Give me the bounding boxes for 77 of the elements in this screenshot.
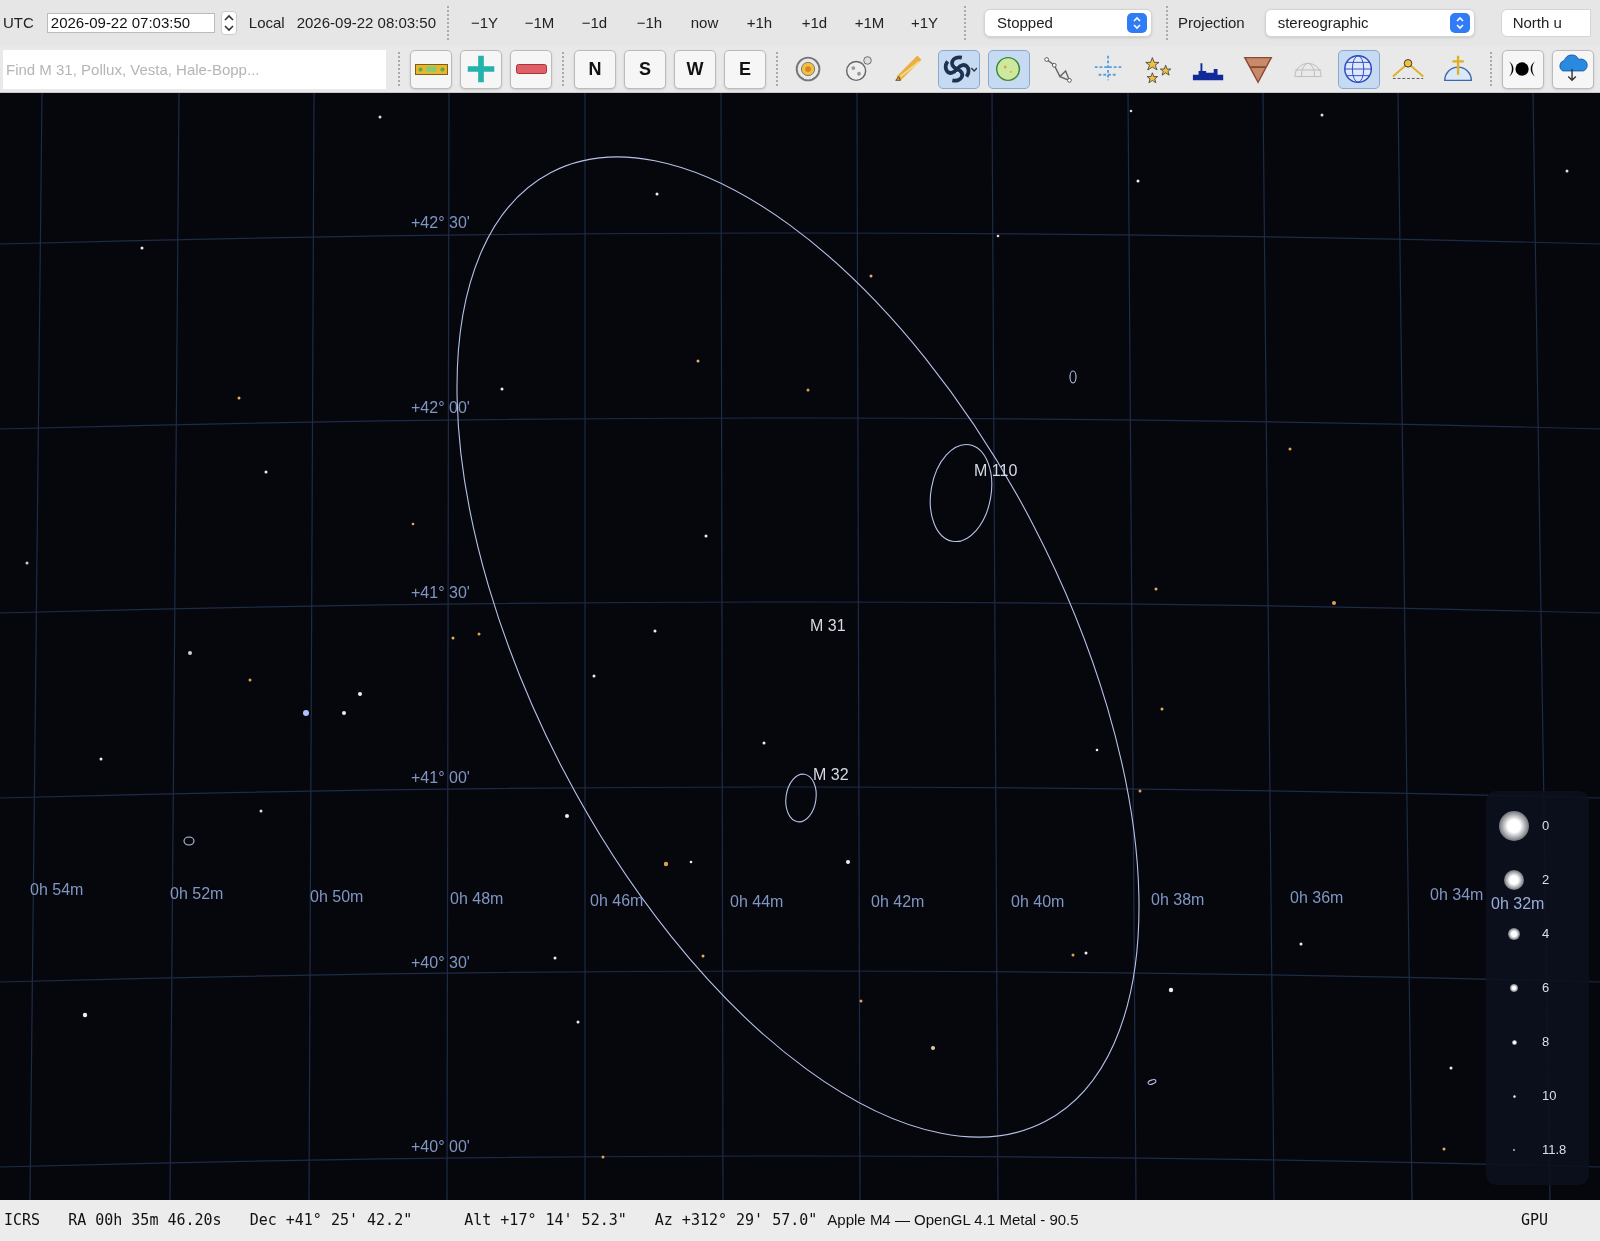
time-step-button[interactable]: −1h [622, 11, 677, 35]
dropdown-arrows-icon [1449, 13, 1470, 33]
galaxy-outline[interactable] [1147, 1079, 1157, 1085]
stepper-icon[interactable] [220, 11, 237, 35]
level-icon [414, 63, 448, 75]
declination-label: +42° 30' [411, 214, 470, 231]
status-text: RA 00h 35m 46.20s [68, 1210, 222, 1232]
right-ascension-label: 0h 38m [1151, 891, 1205, 908]
local-time: 2026-09-22 08:03:50 [296, 12, 436, 33]
right-ascension-label: 0h 32m [1491, 895, 1545, 913]
right-ascension-label: 0h 46m [590, 892, 644, 909]
level-button[interactable] [410, 49, 452, 89]
galaxy-outline[interactable] [929, 443, 993, 543]
time-step-button[interactable]: +1h [732, 11, 787, 35]
right-ascension-label: 0h 40m [1011, 893, 1065, 910]
declination-label: +40° 00' [411, 1138, 470, 1155]
projection-label: Projection [1178, 12, 1245, 33]
local-label: Local [248, 12, 285, 33]
status-text: Alt +17° 14' 52.3" [464, 1210, 627, 1232]
direction-button[interactable]: N [574, 49, 616, 89]
magnitude-label: 4 [1542, 925, 1550, 944]
magnitude-label: 2 [1542, 871, 1550, 890]
declination-label: +41° 00' [411, 769, 470, 786]
star-size-icon [1499, 811, 1529, 841]
magnitude-label: 10 [1542, 1087, 1557, 1106]
dropdown[interactable]: Stopped [984, 9, 1152, 37]
layer-toggle[interactable] [938, 49, 980, 89]
star-size-icon [1504, 870, 1524, 890]
dropdown[interactable]: North u [1500, 9, 1591, 37]
download-button[interactable] [1552, 49, 1594, 89]
time-step-button[interactable]: +1M [842, 11, 897, 35]
galaxy-outline[interactable] [1069, 370, 1077, 384]
night-mode-button[interactable] [1502, 49, 1544, 89]
galaxy-outline[interactable] [183, 836, 195, 846]
minus-icon [515, 64, 547, 74]
status-text: ICRS [4, 1210, 41, 1232]
right-ascension-label: 0h 44m [730, 893, 784, 910]
utc-time-field[interactable]: 2026-09-22 07:03:50 [46, 13, 215, 33]
time-step-button[interactable]: −1M [512, 11, 567, 35]
time-step-button[interactable]: +1d [787, 11, 842, 35]
status-text: Apple M4 — OpenGL 4.1 Metal - 90.5 [827, 1210, 1079, 1231]
layer-toggle[interactable] [1338, 49, 1380, 89]
status-text: Az +312° 29' 57.0" [654, 1210, 818, 1232]
star-size-icon [1512, 1094, 1516, 1098]
layer-toggle[interactable] [988, 49, 1030, 89]
magnitude-label: 6 [1542, 979, 1550, 998]
time-step-button[interactable]: now [677, 11, 732, 35]
direction-button[interactable]: E [724, 49, 766, 89]
declination-label: +40° 30' [411, 954, 470, 971]
right-ascension-label: 0h 50m [310, 888, 364, 905]
declination-label: +41° 30' [411, 584, 470, 601]
direction-button[interactable]: S [624, 49, 666, 89]
right-ascension-label: 0h 54m [30, 881, 84, 898]
right-ascension-label: 0h 52m [170, 885, 224, 902]
object-label: M 31 [810, 617, 846, 634]
status-text: Dec +41° 25' 42.2" [249, 1210, 413, 1232]
right-ascension-label: 0h 48m [450, 890, 504, 907]
magnitude-label: 11.8 [1542, 1141, 1567, 1160]
utc-label: UTC [3, 12, 34, 33]
status-text: GPU [1520, 1210, 1548, 1232]
dropdown-arrows-icon [1127, 13, 1147, 33]
time-step-button[interactable]: −1d [567, 11, 622, 35]
right-ascension-label: 0h 36m [1290, 889, 1344, 906]
time-step-button[interactable]: −1Y [457, 11, 512, 35]
magnitude-label: 8 [1542, 1033, 1550, 1052]
object-label: M 32 [813, 766, 849, 783]
direction-button[interactable]: W [674, 49, 716, 89]
star-size-icon [1511, 1039, 1517, 1045]
dropdown[interactable]: stereographic [1264, 9, 1475, 37]
zoom-out-button[interactable] [510, 49, 552, 89]
search-field[interactable]: Find M 31, Pollux, Vesta, Hale-Bopp... [3, 49, 386, 89]
right-ascension-label: 0h 42m [871, 893, 925, 910]
right-ascension-label: 0h 34m [1430, 886, 1484, 903]
star-size-icon [1510, 984, 1518, 992]
time-step-button[interactable]: +1Y [897, 11, 952, 35]
star-size-icon [1508, 928, 1520, 940]
magnitude-label: 0 [1542, 817, 1550, 836]
